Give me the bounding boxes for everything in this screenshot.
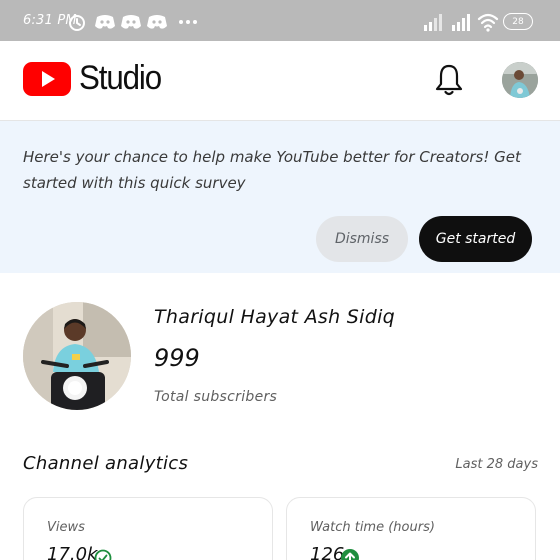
- app-header: Studio: [0, 41, 560, 121]
- battery-icon: 28: [503, 13, 533, 30]
- get-started-button[interactable]: Get started: [419, 216, 532, 262]
- signal-icon: [424, 14, 442, 31]
- analytics-date-range[interactable]: Last 28 days: [455, 457, 538, 472]
- channel-photo: [23, 302, 131, 410]
- youtube-logo-icon[interactable]: [23, 62, 71, 96]
- survey-message: Here's your chance to help make YouTube …: [23, 148, 521, 192]
- channel-name: Thariqul Hayat Ash Sidiq: [154, 306, 396, 328]
- analytics-title: Channel analytics: [23, 453, 189, 474]
- subscriber-count: 999: [154, 344, 200, 372]
- arrow-up-circle-icon: [341, 549, 359, 560]
- alarm-clock-icon: [69, 15, 85, 31]
- brand-title: Studio: [79, 59, 162, 97]
- more-notifications-icon: [179, 20, 197, 24]
- discord-icon: [95, 15, 115, 29]
- watch-time-card[interactable]: Watch time (hours) 126: [286, 497, 536, 560]
- views-card[interactable]: Views 17.0k: [23, 497, 273, 560]
- card-label: Views: [47, 520, 85, 535]
- card-value: 17.0k: [47, 544, 98, 560]
- channel-avatar[interactable]: [23, 302, 131, 410]
- account-avatar[interactable]: [502, 62, 538, 98]
- card-label: Watch time (hours): [310, 520, 435, 535]
- signal-icon: [452, 14, 470, 31]
- discord-icon: [121, 15, 141, 29]
- card-value: 126: [310, 544, 345, 560]
- dismiss-button[interactable]: Dismiss: [316, 216, 408, 262]
- check-circle-icon: [94, 549, 112, 560]
- wifi-icon: [477, 13, 499, 32]
- survey-banner: Here's your chance to help make YouTube …: [0, 121, 560, 273]
- battery-level: 28: [512, 16, 524, 27]
- account-photo: [502, 62, 538, 98]
- subscriber-label: Total subscribers: [154, 389, 278, 405]
- bell-icon[interactable]: [433, 63, 465, 97]
- discord-icon: [147, 15, 167, 29]
- status-bar: 6:31 PM 28: [0, 0, 560, 41]
